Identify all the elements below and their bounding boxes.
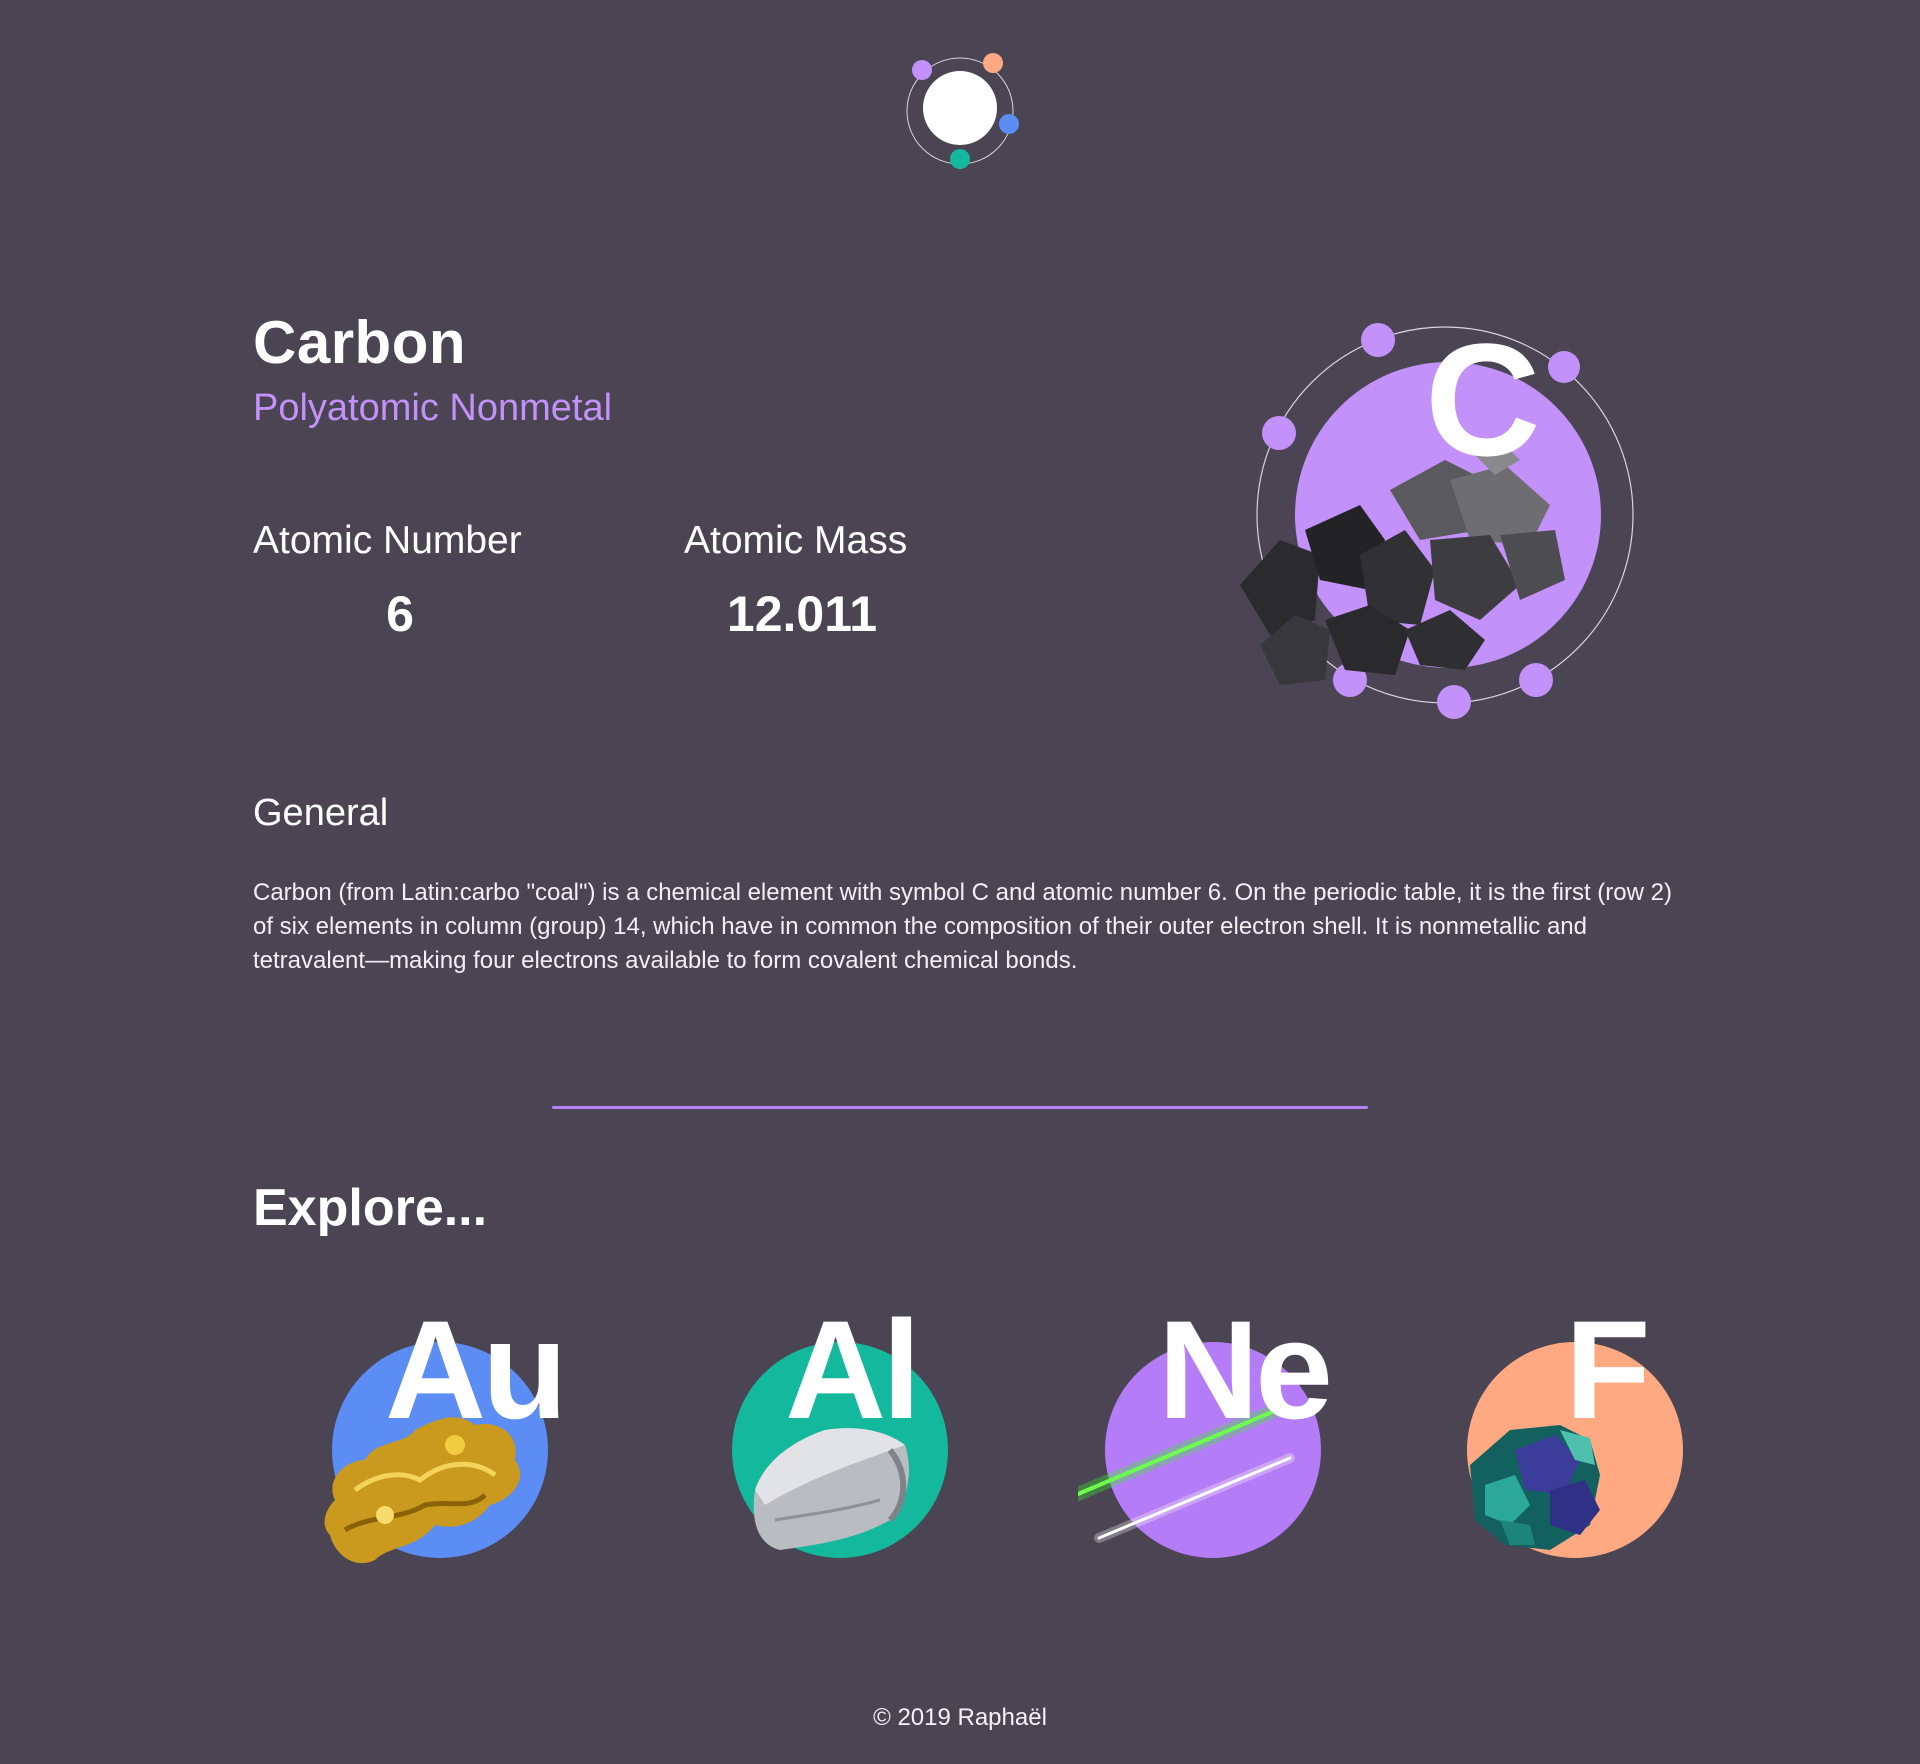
- atomic-number-value: 6: [386, 586, 414, 642]
- section-divider: [552, 1106, 1368, 1109]
- element-category: Polyatomic Nonmetal: [253, 387, 613, 429]
- general-description: Carbon (from Latin:carbo "coal") is a ch…: [253, 879, 1672, 974]
- explore-heading: Explore...: [253, 1179, 488, 1237]
- atomic-number-label: Atomic Number: [253, 519, 522, 562]
- explore-card-fluorine[interactable]: F: [1440, 1300, 1740, 1600]
- general-heading: General: [253, 792, 389, 834]
- explore-card-aluminium[interactable]: Al: [705, 1300, 1005, 1600]
- element-symbol: C: [1425, 310, 1541, 489]
- explore-symbol-f: F: [1565, 1291, 1651, 1448]
- element-name: Carbon: [253, 309, 466, 376]
- element-hero-graphic: C: [1220, 300, 1660, 740]
- explore-card-gold[interactable]: Au: [305, 1300, 605, 1600]
- explore-symbol-au: Au: [385, 1291, 568, 1448]
- explore-card-neon[interactable]: Ne: [1078, 1300, 1378, 1600]
- footer-copyright: © 2019 Raphaël: [873, 1704, 1047, 1731]
- atom-logo-icon[interactable]: [902, 50, 1022, 170]
- explore-symbol-al: Al: [785, 1291, 921, 1448]
- explore-symbol-ne: Ne: [1158, 1291, 1333, 1448]
- atomic-mass-label: Atomic Mass: [684, 519, 908, 562]
- atomic-mass-value: 12.011: [726, 586, 878, 642]
